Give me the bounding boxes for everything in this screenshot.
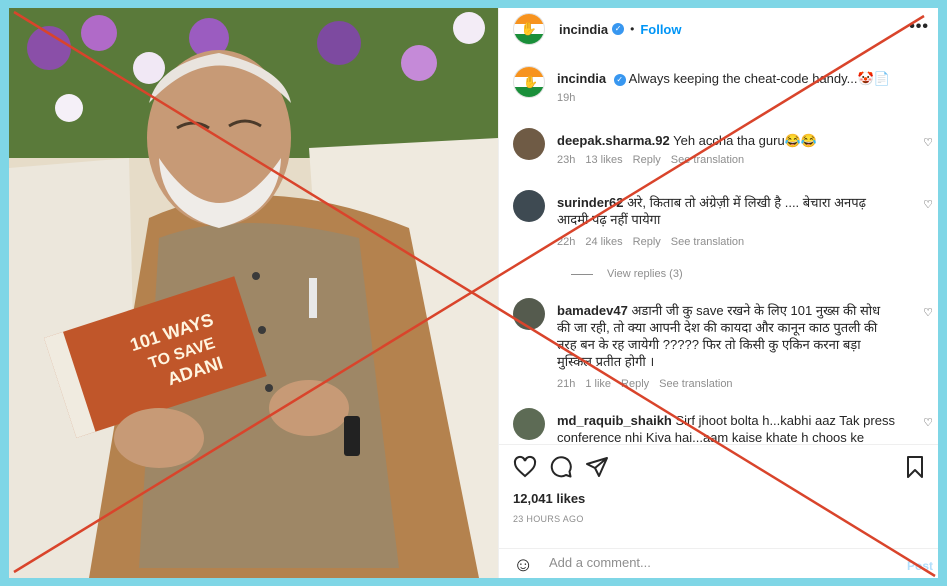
post-header: ✋ incindia ✓ • Follow ••• xyxy=(499,8,938,50)
photo-illustration: 101 WAYS TO SAVE ADANI xyxy=(9,8,498,578)
emoji-icon[interactable]: ☺ xyxy=(513,554,533,577)
comment-like-heart-icon[interactable]: ♡ xyxy=(923,306,933,319)
reply-button[interactable]: Reply xyxy=(621,378,649,390)
comment-body: md_raquib_shaikh Sirf jhoot bolta h...ka… xyxy=(557,412,897,442)
see-translation-button[interactable]: See translation xyxy=(659,378,732,390)
comment-like-heart-icon[interactable]: ♡ xyxy=(923,416,933,429)
comment-avatar[interactable] xyxy=(513,190,545,222)
bookmark-icon[interactable] xyxy=(903,455,927,479)
post-side-panel: ✋ incindia ✓ • Follow ••• ✋ incindia ✓ A… xyxy=(498,8,938,578)
comment-username[interactable]: deepak.sharma.92 xyxy=(557,133,670,148)
comment-username[interactable]: md_raquib_shaikh xyxy=(557,413,672,428)
comment-avatar[interactable] xyxy=(513,408,545,440)
comment-avatar[interactable] xyxy=(513,128,545,160)
caption-text: Always keeping the cheat-code handy...🤡📄 xyxy=(628,71,890,86)
comment-avatar[interactable] xyxy=(513,298,545,330)
like-count[interactable]: 12,041 likes xyxy=(513,491,585,506)
replies-line xyxy=(571,273,593,275)
view-replies-button[interactable]: View replies (3) xyxy=(571,268,683,280)
post-comment-button[interactable]: Post xyxy=(907,559,933,573)
post-photo: 101 WAYS TO SAVE ADANI xyxy=(9,8,498,578)
caption-avatar[interactable]: ✋ xyxy=(513,66,545,98)
comment-body: deepak.sharma.92 Yeh accha tha guru😂😂 xyxy=(557,132,897,149)
comment-like-heart-icon[interactable]: ♡ xyxy=(923,136,933,149)
reply-button[interactable]: Reply xyxy=(633,154,661,166)
view-replies-label[interactable]: View replies (3) xyxy=(607,268,683,280)
heart-icon[interactable] xyxy=(513,455,537,479)
comment-meta: 21h 1 like Reply See translation xyxy=(557,378,733,390)
caption-time: 19h xyxy=(557,92,576,104)
caption-meta: 19h xyxy=(557,92,575,104)
comment-likes[interactable]: 1 like xyxy=(585,378,611,390)
more-icon[interactable]: ••• xyxy=(909,18,929,36)
see-translation-button[interactable]: See translation xyxy=(671,154,744,166)
account-avatar[interactable]: ✋ xyxy=(513,13,545,45)
comment-time: 23h xyxy=(557,154,576,166)
account-username[interactable]: incindia xyxy=(559,22,608,37)
follow-button[interactable]: Follow xyxy=(640,22,681,37)
comment-time: 21h xyxy=(557,378,576,390)
comment-username[interactable]: surinder62 xyxy=(557,195,623,210)
comment-body: bamadev47 अडानी जी कु save रखने के लिए 1… xyxy=(557,302,897,370)
caption-body: incindia ✓ Always keeping the cheat-code… xyxy=(557,70,897,87)
add-comment-bar: ☺ Post xyxy=(499,548,938,578)
hand-logo-icon: ✋ xyxy=(520,21,538,36)
comment-body: surinder62 अरे, किताब तो अंग्रेज़ी में ल… xyxy=(557,194,897,228)
hand-logo-icon: ✋ xyxy=(523,75,538,89)
caption-username[interactable]: incindia xyxy=(557,71,606,86)
separator-dot: • xyxy=(630,22,635,36)
verified-icon: ✓ xyxy=(612,23,625,35)
comments-list[interactable]: ✋ incindia ✓ Always keeping the cheat-co… xyxy=(499,66,938,442)
comment-meta: 22h 24 likes Reply See translation xyxy=(557,236,744,248)
comment-likes[interactable]: 13 likes xyxy=(585,154,622,166)
see-translation-button[interactable]: See translation xyxy=(671,236,744,248)
action-bar xyxy=(499,444,938,484)
comment-like-heart-icon[interactable]: ♡ xyxy=(923,198,933,211)
share-icon[interactable] xyxy=(585,455,609,479)
comment-time: 22h xyxy=(557,236,576,248)
reply-button[interactable]: Reply xyxy=(633,236,661,248)
left-hand xyxy=(114,408,204,468)
comment-text: Yeh accha tha guru😂😂 xyxy=(673,133,818,148)
comment-input[interactable] xyxy=(549,555,869,570)
comment-meta: 23h 13 likes Reply See translation xyxy=(557,154,744,166)
comment-username[interactable]: bamadev47 xyxy=(557,303,628,318)
post-timestamp: 23 HOURS AGO xyxy=(513,514,584,524)
comment-likes[interactable]: 24 likes xyxy=(585,236,622,248)
comment-icon[interactable] xyxy=(549,455,573,479)
post-frame: 101 WAYS TO SAVE ADANI ✋ incindia ✓ • Fo… xyxy=(9,8,938,578)
right-hand xyxy=(269,380,349,436)
verified-icon: ✓ xyxy=(613,73,626,86)
